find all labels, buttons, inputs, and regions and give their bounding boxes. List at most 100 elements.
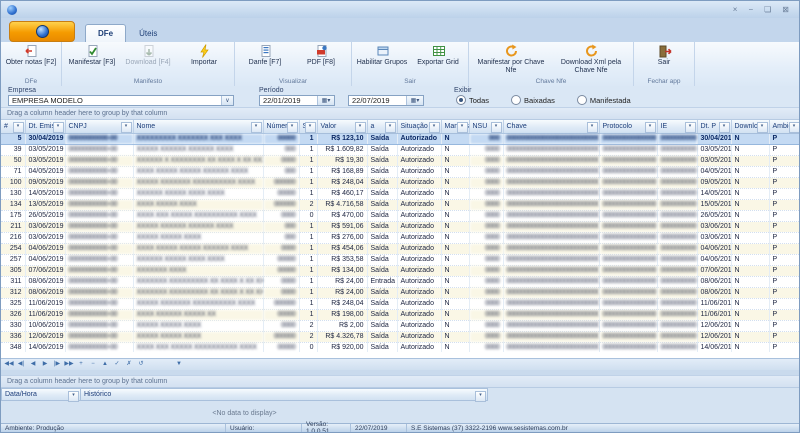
column-header-dtemissã[interactable]: Dt. Emissã ▾ [25,120,66,134]
table-row[interactable]: 71 04/05/2019 00000000000-00 XXXX XXXXX XXX… [1,166,799,178]
nav-prev-icon[interactable]: ◀ [28,360,38,369]
fullscreen-icon[interactable]: × [733,5,738,15]
manifestar-f3-button[interactable]: Manifestar [F3] [64,43,120,77]
history-group-by-panel[interactable]: Drag a column header here to group by th… [1,375,799,388]
nav-filter-icon[interactable]: ▼ [174,360,184,369]
column-header-dtp[interactable]: Dt. P ▾ [697,120,732,134]
calendar-dropdown-icon[interactable]: ▦ ▾ [406,96,423,105]
tab-dfe[interactable]: DFe [85,24,127,42]
table-row[interactable]: 211 03/06/2019 00000000000-00 XXXXX XXXXXX … [1,221,799,233]
date-to-input[interactable]: 22/07/2019 ▦ ▾ [348,95,424,106]
restore-icon[interactable]: ❏ [764,5,771,15]
table-row[interactable]: 130 14/05/2019 00000000000-00 XXXXXX XXXXX … [1,188,799,200]
nav-insert-icon[interactable]: + [76,360,86,369]
table-row[interactable]: 311 08/06/2019 00000000000-00 XXXXXXX XXXXX… [1,276,799,288]
column-header-chave[interactable]: Chave ▾ [503,120,600,134]
obter-notas-f2-button[interactable]: Obter notas [F2] [3,43,59,77]
filter-button[interactable]: ▾ [384,122,396,133]
column-header-download[interactable]: Download ▾ [731,120,770,134]
nav-post-icon[interactable]: ✓ [112,360,122,369]
filter-button[interactable]: ▾ [718,122,730,133]
table-row[interactable]: 134 13/05/2019 00000000000-00 XXXX XXXXX XX… [1,199,799,211]
sair-button[interactable]: Sair [636,43,692,77]
nav-refresh-icon[interactable]: ↺ [136,360,146,369]
column-header-número[interactable]: Número ▾ [263,120,300,134]
date-from-input[interactable]: 22/01/2019 ▦ ▾ [259,95,335,106]
filter-button[interactable]: ▾ [428,122,440,133]
nav-last-icon[interactable]: ▶▶ [64,360,74,369]
application-menu-button[interactable] [9,21,75,42]
column-header-nome[interactable]: Nome ▾ [133,120,264,134]
table-row[interactable]: 216 03/06/2019 00000000000-00 XXXXX XXXXX X… [1,232,799,244]
date-from-value: 22/01/2019 [263,96,301,105]
habilitar-grupos-button[interactable]: Habilitar Grupos [354,43,410,77]
column-header-cnpj[interactable]: CNPJ ▾ [65,120,134,134]
table-row[interactable]: 254 04/06/2019 00000000000-00 XXXX XXXXX XX… [1,243,799,255]
table-row[interactable]: 336 12/06/2019 00000000000-00 XXXXX XXXXX X… [1,331,799,343]
empresa-select[interactable]: EMPRESA MODELO ∨ [8,95,234,106]
minimize-icon[interactable]: − [748,5,753,15]
importar-button[interactable]: Importar [176,43,232,77]
table-row[interactable]: 100 09/05/2019 00000000000-00 XXXXX XXXXXXX… [1,177,799,189]
filter-button[interactable]: ▾ [354,122,366,133]
table-row[interactable]: 50 03/05/2019 00000000000-00 XXXXXX X XXXXX… [1,155,799,167]
nav-prev-page-icon[interactable]: ◀| [16,360,26,369]
radio-manifestada[interactable]: Manifestada [576,95,631,105]
nav-cancel-icon[interactable]: ✗ [124,360,134,369]
close-icon[interactable]: ⊠ [782,5,789,15]
app-globe-icon [35,25,49,38]
table-row[interactable]: 5 30/04/2019 00000000000-00 XXXXXXXXX XXXXX… [1,133,799,145]
table-row[interactable]: 325 11/06/2019 00000000000-00 XXXXX XXXXXXX… [1,298,799,310]
column-header-sé[interactable]: Sé▾ [299,120,318,134]
filter-button[interactable]: ▾ [684,122,696,133]
exportar-grid-button[interactable]: Exportar Grid [410,43,466,77]
nav-next-icon[interactable]: ▶ [40,360,50,369]
table-row[interactable]: 305 07/06/2019 00000000000-00 XXXXXXX XXXX 0… [1,265,799,277]
download-icon [141,44,156,59]
pdf-f8-button[interactable]: PDF [F8] [293,43,349,77]
filter-button[interactable]: ▾ [756,122,768,133]
tab-úteis[interactable]: Úteis [126,24,170,42]
column-header-valor[interactable]: Valor ▾ [317,120,368,134]
column-header-nsu[interactable]: NSU ▾ [469,120,504,134]
nav-edit-icon[interactable]: ▲ [100,360,110,369]
table-row[interactable]: 330 10/06/2019 00000000000-00 XXXXX XXXXX X… [1,320,799,332]
filter-button[interactable]: ▾ [456,122,468,133]
filter-button[interactable]: ▾ [250,122,262,133]
radio-todas[interactable]: Todas [456,95,489,105]
nav-first-icon[interactable]: ◀◀ [4,360,14,369]
table-row[interactable]: 39 03/05/2019 00000000000-00 XXXXX XXXXXX X… [1,144,799,156]
filter-button[interactable]: ▾ [304,122,316,133]
filter-button[interactable]: ▾ [286,122,298,133]
column-header-a[interactable]: a ▾ [367,120,398,134]
filter-button[interactable]: ▾ [644,122,656,133]
nav-delete-icon[interactable]: − [88,360,98,369]
manifestar-por-chave-nfe-button[interactable]: Manifestar por Chave Nfe [471,43,551,77]
filter-button[interactable]: ▾ [490,122,502,133]
column-header-situação[interactable]: Situação ▾ [397,120,442,134]
download-f4-button[interactable]: Download [F4] [120,43,176,77]
table-row[interactable]: 175 26/05/2019 00000000000-00 XXXX XXX XXXX… [1,210,799,222]
chevron-down-icon[interactable]: ∨ [221,96,233,105]
table-row[interactable]: 312 08/06/2019 00000000000-00 XXXXXXX XXXXX… [1,287,799,299]
danfe-f7-button[interactable]: Danfe [F7] [237,43,293,77]
filter-button[interactable]: ▾ [586,122,598,133]
group-by-panel[interactable]: Drag a column header here to group by th… [1,107,799,120]
nav-next-page-icon[interactable]: |▶ [52,360,62,369]
column-header-ambient[interactable]: Ambient ▾ [769,120,799,134]
table-row[interactable]: 326 11/06/2019 00000000000-00 XXXX XXXXXX X… [1,309,799,321]
calendar-dropdown-icon[interactable]: ▦ ▾ [317,96,334,105]
radio-baixadas[interactable]: Baixadas [511,95,555,105]
column-header-manifes[interactable]: Manifes▾ [441,120,470,134]
download-xml-pela-chave-nfe-button[interactable]: Download Xml pela Chave Nfe [551,43,631,77]
filter-button[interactable]: ▾ [12,122,24,133]
column-header-historico[interactable]: Histórico ▾ [81,388,488,402]
filter-button[interactable]: ▾ [120,122,132,133]
table-row[interactable]: 257 04/06/2019 00000000000-00 XXXXXX XXXXX … [1,254,799,266]
column-header-datahora[interactable]: Data/Hora ▾ [1,388,81,402]
column-header-num[interactable]: # ▾ [1,120,26,134]
filter-button[interactable]: ▾ [788,122,799,133]
column-header-ie[interactable]: IE ▾ [657,120,698,134]
filter-button[interactable]: ▾ [52,122,64,133]
column-header-protocolo[interactable]: Protocolo ▾ [599,120,658,134]
